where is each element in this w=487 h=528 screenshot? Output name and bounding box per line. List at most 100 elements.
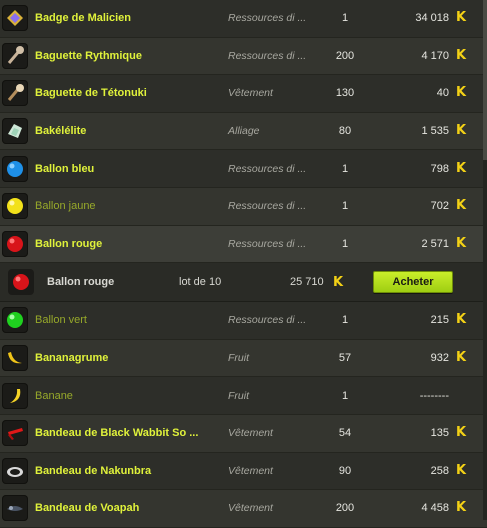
item-category: Ressources di ...	[228, 237, 307, 250]
scrollbar[interactable]	[483, 0, 487, 520]
item-price: 932	[430, 352, 449, 365]
item-name: Ballon rouge	[35, 237, 103, 250]
crystal-icon	[2, 118, 28, 145]
item-quantity: 1	[341, 200, 349, 213]
item-name: Banane	[35, 389, 73, 402]
green-balloon-icon	[2, 307, 28, 334]
list-item[interactable]: Baguette Rythmique Ressources di ... 200…	[0, 37, 487, 76]
item-name: Ballon jaune	[35, 200, 96, 213]
scrollbar-thumb[interactable]	[483, 0, 487, 160]
kamas-icon: K	[455, 198, 467, 214]
item-price: 258	[430, 464, 449, 477]
item-price: 2 571	[421, 237, 449, 250]
list-item[interactable]: Ballon vert Ressources di ... 1 215 K	[0, 302, 487, 340]
buy-offer-row: Ballon rouge lot de 10 25 710 K Acheter	[0, 263, 487, 303]
item-category: Ressources di ...	[228, 162, 307, 175]
buy-button[interactable]: Acheter	[373, 271, 453, 294]
item-name: Ballon bleu	[35, 162, 95, 175]
offer-item-name: Ballon rouge	[47, 276, 115, 289]
list-item[interactable]: Bandeau de Nakunbra Vêtement 90 258 K	[0, 452, 487, 491]
kamas-icon: K	[455, 85, 467, 101]
yellow-balloon-icon	[2, 193, 28, 220]
kamas-icon: K	[455, 350, 467, 366]
item-price: 4 170	[421, 49, 449, 62]
list-item[interactable]: Baguette de Tétonuki Vêtement 130 40 K	[0, 75, 487, 113]
item-category: Vêtement	[228, 87, 273, 100]
item-quantity: 200	[335, 502, 355, 515]
item-name: Ballon vert	[35, 314, 87, 327]
item-category: Ressources di ...	[228, 200, 307, 213]
badge-icon	[2, 5, 28, 32]
item-quantity: 80	[338, 125, 352, 138]
item-category: Ressources di ...	[228, 49, 307, 62]
item-name: Bandeau de Black Wabbit So ...	[35, 427, 199, 440]
blue-balloon-icon	[2, 155, 28, 182]
item-name: Bananagrume	[35, 352, 109, 365]
headband-icon	[2, 495, 28, 522]
red-balloon-icon	[8, 269, 34, 296]
item-quantity: 1	[341, 314, 349, 327]
item-price: 40	[436, 87, 449, 100]
kamas-icon: K	[455, 123, 467, 139]
item-price: 215	[430, 314, 449, 327]
list-item[interactable]: Bakélélite Alliage 80 1 535 K	[0, 112, 487, 151]
item-category: Vêtement	[228, 464, 273, 477]
kamas-icon: K	[455, 235, 467, 251]
item-category: Fruit	[228, 389, 249, 402]
item-price: 1 535	[421, 125, 449, 138]
headband-icon	[2, 420, 28, 447]
item-list: Badge de Malicien Ressources di ... 1 34…	[0, 0, 487, 528]
list-item[interactable]: Ballon bleu Ressources di ... 1 798 K	[0, 150, 487, 188]
item-category: Alliage	[228, 125, 260, 138]
item-price-empty: --------	[419, 389, 449, 402]
list-item[interactable]: Banane Fruit 1 --------	[0, 377, 487, 415]
item-price: 702	[430, 200, 449, 213]
item-quantity: 1	[341, 162, 349, 175]
list-item-selected[interactable]: Ballon rouge Ressources di ... 1 2 571 K	[0, 225, 487, 264]
item-name: Baguette de Tétonuki	[35, 87, 147, 100]
item-quantity: 200	[335, 49, 355, 62]
item-name: Bandeau de Nakunbra	[35, 464, 152, 477]
banana-icon	[2, 382, 28, 409]
item-price: 798	[430, 162, 449, 175]
item-price: 34 018	[415, 12, 449, 25]
kamas-icon: K	[455, 10, 467, 26]
item-name: Badge de Malicien	[35, 12, 131, 25]
item-quantity: 1	[341, 12, 349, 25]
item-price: 4 458	[421, 502, 449, 515]
item-quantity: 1	[341, 389, 349, 402]
item-quantity: 57	[338, 352, 352, 365]
item-quantity: 54	[338, 427, 352, 440]
item-name: Baguette Rythmique	[35, 49, 142, 62]
item-quantity: 90	[338, 464, 352, 477]
item-category: Vêtement	[228, 502, 273, 515]
headband-icon	[2, 457, 28, 484]
kamas-icon: K	[333, 274, 344, 290]
list-item[interactable]: Bananagrume Fruit 57 932 K	[0, 339, 487, 378]
kamas-icon: K	[455, 462, 467, 478]
red-balloon-icon	[2, 230, 28, 257]
wand-icon	[2, 80, 28, 107]
item-price: 135	[430, 427, 449, 440]
list-item[interactable]: Bandeau de Voapah Vêtement 200 4 458 K	[0, 490, 487, 528]
kamas-icon: K	[455, 312, 467, 328]
kamas-icon: K	[455, 500, 467, 516]
banana-icon	[2, 345, 28, 372]
item-quantity: 130	[335, 87, 355, 100]
offer-price: 25 710	[290, 276, 324, 289]
item-category: Vêtement	[228, 427, 273, 440]
list-item[interactable]: Bandeau de Black Wabbit So ... Vêtement …	[0, 414, 487, 453]
item-quantity: 1	[341, 237, 349, 250]
wand-icon	[2, 42, 28, 69]
list-item[interactable]: Ballon jaune Ressources di ... 1 702 K	[0, 187, 487, 226]
offer-lot-size: lot de 10	[179, 276, 222, 289]
list-item[interactable]: Badge de Malicien Ressources di ... 1 34…	[0, 0, 487, 38]
kamas-icon: K	[455, 425, 467, 441]
item-name: Bandeau de Voapah	[35, 502, 140, 515]
item-category: Fruit	[228, 352, 249, 365]
item-category: Ressources di ...	[228, 12, 307, 25]
kamas-icon: K	[455, 47, 467, 63]
kamas-icon: K	[455, 160, 467, 176]
item-name: Bakélélite	[35, 125, 87, 138]
item-category: Ressources di ...	[228, 314, 307, 327]
